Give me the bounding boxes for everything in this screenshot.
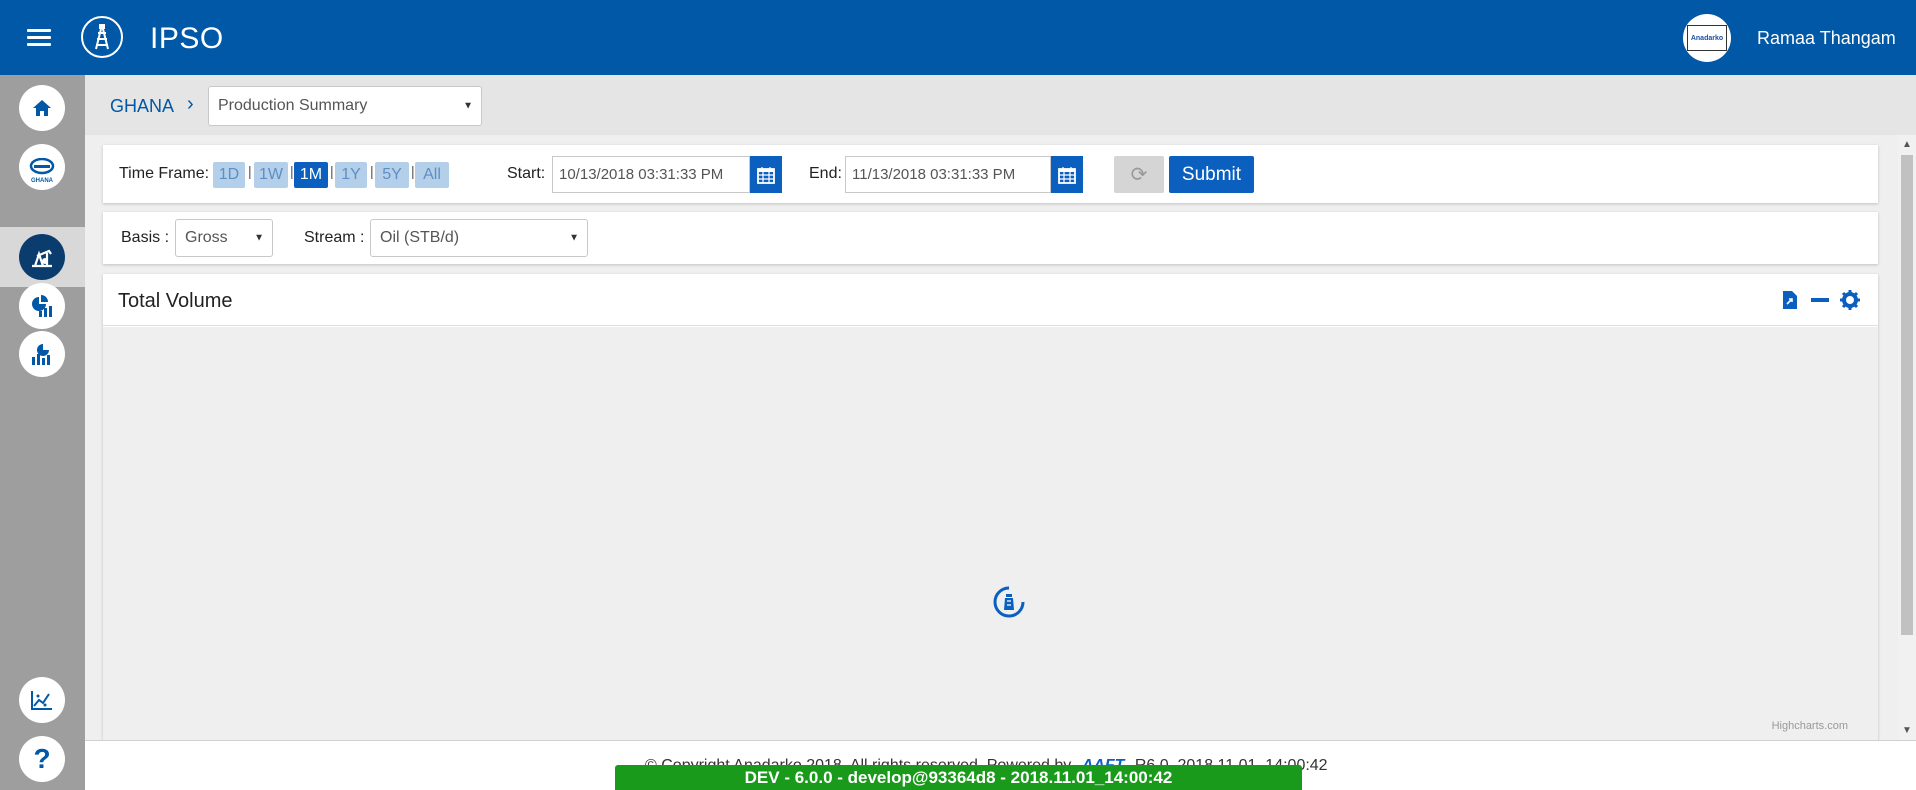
minimize-icon[interactable] (1809, 289, 1831, 311)
chart-title: Total Volume (118, 290, 233, 312)
caret-down-icon: ▼ (569, 232, 579, 244)
stream-label: Stream : (304, 229, 365, 246)
trend-chart-icon (31, 691, 52, 710)
sidebar-item-analytics[interactable] (19, 283, 65, 329)
help-icon: ? (33, 743, 51, 774)
ghana-icon (29, 158, 55, 175)
basis-select-value: Gross (185, 229, 228, 246)
environment-banner: DEV - 6.0.0 - develop@93364d8 - 2018.11.… (615, 765, 1302, 790)
pie-chart-icon (32, 295, 52, 317)
scroll-thumb[interactable] (1901, 155, 1913, 635)
sidebar-item-trend-analysis[interactable] (19, 677, 65, 723)
loading-spinner-icon (989, 582, 1029, 622)
end-date-input[interactable]: 11/13/2018 03:31:33 PM (845, 156, 1051, 193)
end-label: End: (809, 165, 842, 182)
time-frame-1y[interactable]: 1Y (335, 162, 367, 188)
sidebar-item-production[interactable] (19, 234, 65, 280)
time-frame-1d[interactable]: 1D (213, 162, 245, 188)
start-calendar-button[interactable] (750, 156, 782, 193)
scroll-up-icon[interactable]: ▲ (1902, 139, 1912, 150)
refresh-icon: ⟳ (1130, 164, 1148, 186)
page-select[interactable]: Production Summary ▼ (208, 86, 482, 126)
oil-pump-icon (32, 249, 52, 268)
caret-down-icon: ▼ (254, 232, 264, 244)
time-frame-1w[interactable]: 1W (254, 162, 288, 188)
stream-select[interactable]: Oil (STB/d) ▼ (370, 219, 588, 257)
calendar-icon (1058, 166, 1076, 184)
time-frame-1m[interactable]: 1M (294, 162, 328, 188)
chevron-right-icon: › (187, 93, 194, 115)
avatar[interactable]: Anadarko (1683, 14, 1731, 62)
avatar-logo: Anadarko (1687, 25, 1727, 51)
top-navbar: IPSO Anadarko Ramaa Thangam (0, 0, 1916, 75)
time-frame-label: Time Frame: (119, 165, 210, 182)
bar-chart-icon (32, 344, 50, 365)
refresh-button[interactable]: ⟳ (1114, 156, 1164, 193)
hamburger-menu-icon[interactable] (27, 29, 51, 47)
highcharts-credit[interactable]: Highcharts.com (1772, 720, 1848, 732)
sidebar-item-ghana-label: GHANA (31, 178, 53, 184)
sidebar-item-home[interactable] (19, 85, 65, 131)
home-icon (33, 100, 51, 116)
export-icon[interactable] (1779, 289, 1801, 311)
user-name[interactable]: Ramaa Thangam (1757, 28, 1896, 49)
end-calendar-button[interactable] (1051, 156, 1083, 193)
caret-down-icon: ▼ (463, 100, 473, 112)
gear-icon[interactable] (1839, 289, 1861, 311)
sidebar-item-ghana[interactable]: GHANA (19, 144, 65, 190)
submit-button[interactable]: Submit (1169, 156, 1254, 193)
divider: | (248, 163, 252, 179)
time-frame-5y[interactable]: 5Y (375, 162, 409, 188)
page-select-value: Production Summary (218, 97, 368, 114)
basis-select[interactable]: Gross ▼ (175, 219, 273, 257)
time-frame-all[interactable]: All (415, 162, 449, 188)
chart-body: Highcharts.com (103, 327, 1878, 740)
divider: | (370, 163, 374, 179)
scroll-down-icon[interactable]: ▼ (1902, 725, 1912, 736)
basis-label: Basis : (121, 229, 170, 246)
sidebar-item-reports[interactable] (19, 331, 65, 377)
scrollbar[interactable]: ▲ ▼ (1898, 135, 1916, 740)
app-title: IPSO (150, 22, 224, 55)
total-volume-panel: Total Volume Highcharts.com (103, 274, 1878, 740)
start-label: Start: (507, 165, 546, 182)
help-button[interactable]: ? (19, 736, 65, 782)
sidebar: GHANA ? (0, 75, 85, 790)
divider: | (330, 163, 334, 179)
start-date-input[interactable]: 10/13/2018 03:31:33 PM (552, 156, 750, 193)
breadcrumb-root-link[interactable]: GHANA (110, 96, 174, 117)
calendar-icon (757, 166, 775, 184)
app-logo-icon (81, 16, 123, 58)
chart-header: Total Volume (103, 274, 1878, 326)
stream-select-value: Oil (STB/d) (380, 229, 460, 246)
